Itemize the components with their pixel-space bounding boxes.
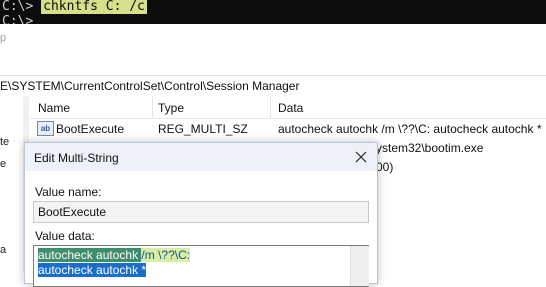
- value-data-line: autocheck autochk /m \??\C:: [38, 248, 191, 262]
- row-value-data[interactable]: 00): [376, 160, 393, 174]
- column-header-name[interactable]: Name: [38, 101, 70, 115]
- console-line-2: C:\>: [2, 14, 34, 24]
- console-command: chkntfs C: /c: [41, 0, 147, 14]
- console-prompt: C:\>: [2, 0, 42, 14]
- value-name-label: Value name:: [35, 185, 102, 199]
- value-data-textarea[interactable]: autocheck autochk /m \??\C: autocheck au…: [33, 245, 369, 287]
- edit-multi-string-dialog: Edit Multi-String Value name: BootExecut…: [24, 142, 378, 287]
- address-path: E\SYSTEM\CurrentControlSet\Control\Sessi…: [0, 79, 300, 93]
- value-data-selection: autocheck autochk: [38, 248, 142, 262]
- dialog-title-bar[interactable]: Edit Multi-String: [25, 143, 377, 171]
- column-divider[interactable]: [270, 96, 271, 118]
- close-icon[interactable]: [351, 147, 371, 167]
- tree-item[interactable]: te: [0, 136, 9, 148]
- tree-item[interactable]: e: [0, 158, 6, 170]
- value-data-line: autocheck autochk *: [38, 263, 147, 277]
- tree-item[interactable]: a: [0, 244, 6, 256]
- address-bar[interactable]: E\SYSTEM\CurrentControlSet\Control\Sessi…: [0, 75, 546, 97]
- value-data-label: Value data:: [35, 229, 95, 243]
- value-name-text: BootExecute: [38, 205, 107, 219]
- row-value-name[interactable]: BootExecute: [56, 122, 124, 136]
- column-header-data[interactable]: Data: [278, 101, 303, 115]
- menu-bar-fragment[interactable]: p: [0, 32, 6, 44]
- console-line-1: C:\> chkntfs C: /c: [2, 0, 147, 14]
- column-header-type[interactable]: Type: [158, 101, 184, 115]
- command-prompt-console[interactable]: C:\> chkntfs C: /c C:\>: [0, 0, 546, 24]
- value-data-selection: /m \??\C:: [141, 248, 191, 262]
- dialog-title: Edit Multi-String: [34, 151, 119, 165]
- textarea-scrollbar[interactable]: [350, 246, 369, 286]
- column-divider[interactable]: [152, 96, 153, 118]
- value-name-field: BootExecute: [33, 201, 369, 223]
- header-divider: [30, 118, 546, 119]
- row-value-data[interactable]: ystem32\bootim.exe: [376, 141, 483, 155]
- value-data-selection: autocheck autochk *: [38, 263, 147, 277]
- row-value-data[interactable]: autocheck autochk /m \??\C: autocheck au…: [278, 122, 541, 136]
- reg-string-icon: ab: [37, 121, 54, 136]
- row-value-type[interactable]: REG_MULTI_SZ: [158, 122, 248, 136]
